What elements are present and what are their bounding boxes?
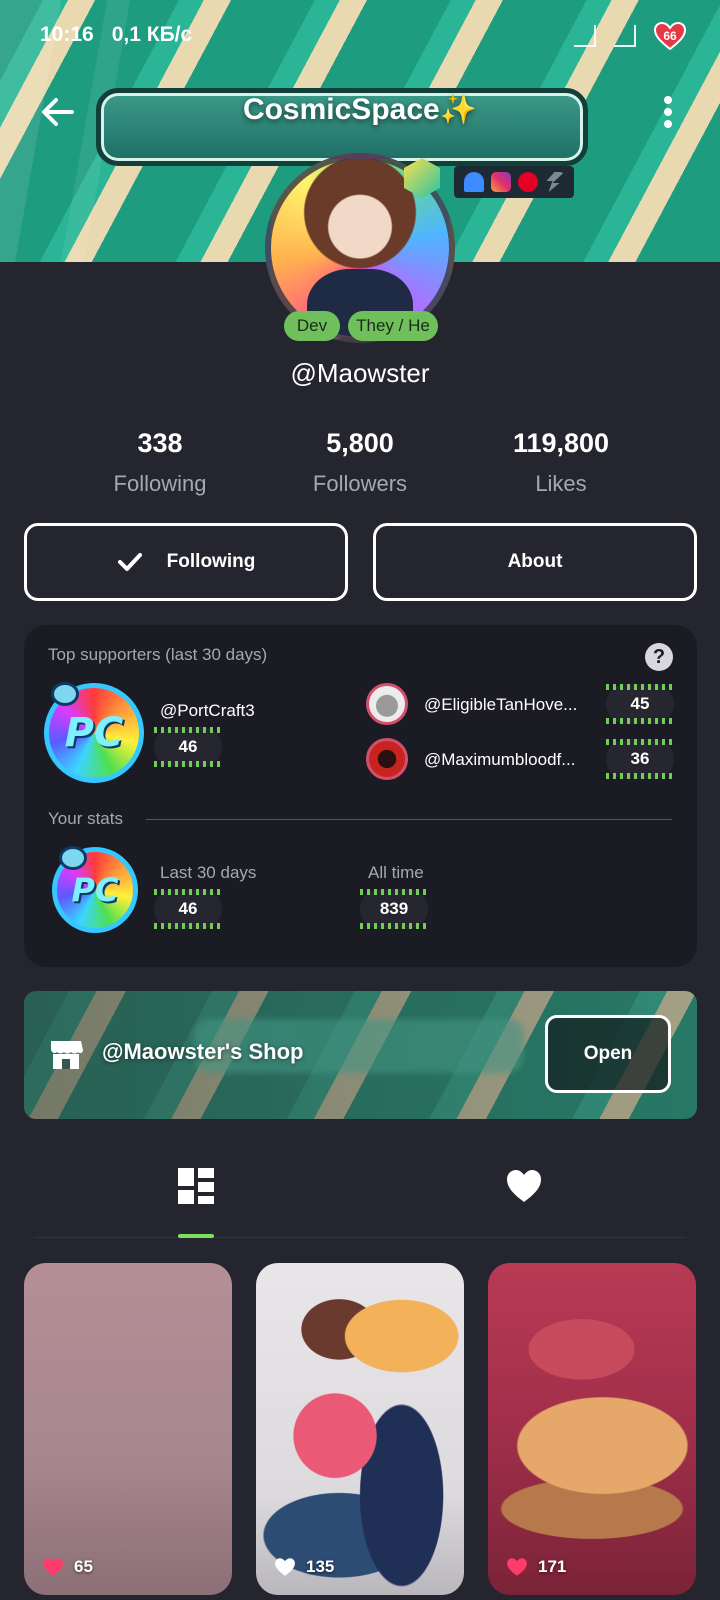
post-likes-count: 65 xyxy=(74,1557,93,1576)
battery-level: 66 xyxy=(663,29,677,43)
pinterest-icon xyxy=(517,172,538,192)
banner-social-strip xyxy=(454,166,574,198)
heart-icon[interactable] xyxy=(504,1166,544,1206)
status-icons: 66 xyxy=(574,22,686,50)
following-button-label: Following xyxy=(166,551,256,572)
post-card-1[interactable]: 65 xyxy=(24,1263,232,1595)
shop-banner[interactable]: @Maowster's Shop Open xyxy=(24,991,697,1119)
my-avatar: PC xyxy=(52,846,138,933)
post-likes: 171 xyxy=(506,1557,566,1577)
signal-h-icon xyxy=(614,25,636,47)
tab-divider xyxy=(34,1237,686,1238)
about-button[interactable]: About xyxy=(373,523,697,601)
post-likes: 135 xyxy=(274,1557,334,1577)
sparkle-emoji: ✨ xyxy=(439,93,478,126)
tag-dev: Dev xyxy=(284,311,340,341)
heart-icon xyxy=(275,1558,295,1576)
heart-icon xyxy=(507,1558,527,1576)
hat-decoration xyxy=(51,682,79,706)
status-time: 10:16 xyxy=(40,23,94,46)
post-likes: 65 xyxy=(42,1557,93,1577)
top-supporter-name[interactable]: @PortCraft3 xyxy=(160,701,340,721)
hat-decoration xyxy=(59,846,87,870)
page-title: CosmicSpace✨ xyxy=(0,92,720,127)
supporter-name-3[interactable]: @Maximumbloodf... xyxy=(424,750,594,770)
your-stats-label: Your stats xyxy=(48,809,123,828)
active-tab-indicator xyxy=(178,1234,214,1238)
status-bar: 10:16 0,1 КБ/с 66 xyxy=(0,0,720,70)
battery-icon: 66 xyxy=(654,22,686,50)
instagram-icon xyxy=(490,172,511,192)
supporter-avatar-3[interactable] xyxy=(366,738,408,780)
shop-open-button[interactable]: Open xyxy=(545,1015,671,1093)
post-likes-count: 171 xyxy=(538,1557,567,1576)
supporter-amount-3: 36 xyxy=(606,739,674,779)
stat-following-value: 338 xyxy=(137,428,183,458)
your-stats-divider xyxy=(146,819,672,820)
shop-open-label: Open xyxy=(583,1043,633,1064)
post-likes-count: 135 xyxy=(306,1557,335,1576)
supporter-amount-2: 45 xyxy=(606,684,674,724)
help-icon[interactable]: ? xyxy=(645,643,673,671)
last30-label: Last 30 days xyxy=(160,863,257,882)
about-button-label: About xyxy=(507,551,563,572)
stat-following-label: Following xyxy=(113,471,207,496)
post-card-2[interactable]: 135 xyxy=(256,1263,464,1595)
post-card-3[interactable]: 171 xyxy=(488,1263,696,1595)
top-supporter-amount: 46 xyxy=(154,727,222,767)
top-supporter-avatar[interactable]: PC xyxy=(44,682,144,783)
profile-handle: @Maowster xyxy=(290,358,430,388)
stat-likes-value: 119,800 xyxy=(512,428,610,458)
shop-label: @Maowster's Shop xyxy=(102,1039,304,1064)
alltime-value: 839 xyxy=(360,889,428,929)
following-button[interactable]: Following xyxy=(24,523,348,601)
stat-followers-value: 5,800 xyxy=(326,428,394,458)
stat-likes: 119,800 Likes xyxy=(451,428,671,497)
stat-followers[interactable]: 5,800 Followers xyxy=(250,428,470,497)
store-icon xyxy=(51,1041,83,1069)
last30-value: 46 xyxy=(154,889,222,929)
lightning-icon xyxy=(546,172,565,192)
stat-following[interactable]: 338 Following xyxy=(50,428,270,497)
tag-pronouns: They / He xyxy=(348,311,438,341)
grid-layout-icon[interactable] xyxy=(176,1166,216,1206)
stat-likes-label: Likes xyxy=(535,471,587,496)
alltime-label: All time xyxy=(368,863,424,882)
page-title-text: CosmicSpace xyxy=(242,93,440,126)
signal-icon xyxy=(574,25,596,47)
supporter-name-2[interactable]: @EligibleTanHove... xyxy=(424,695,594,715)
supporter-avatar-2[interactable] xyxy=(366,683,408,725)
status-network-speed: 0,1 КБ/с xyxy=(111,23,193,46)
checkmark-icon xyxy=(117,553,142,571)
bluesky-icon xyxy=(463,172,484,192)
supporters-card: Top supporters (last 30 days) ? PC @Port… xyxy=(24,625,697,967)
heart-icon xyxy=(43,1558,63,1576)
supporters-title: Top supporters (last 30 days) xyxy=(48,645,268,664)
more-options-icon[interactable] xyxy=(656,92,680,132)
stat-followers-label: Followers xyxy=(312,471,408,496)
